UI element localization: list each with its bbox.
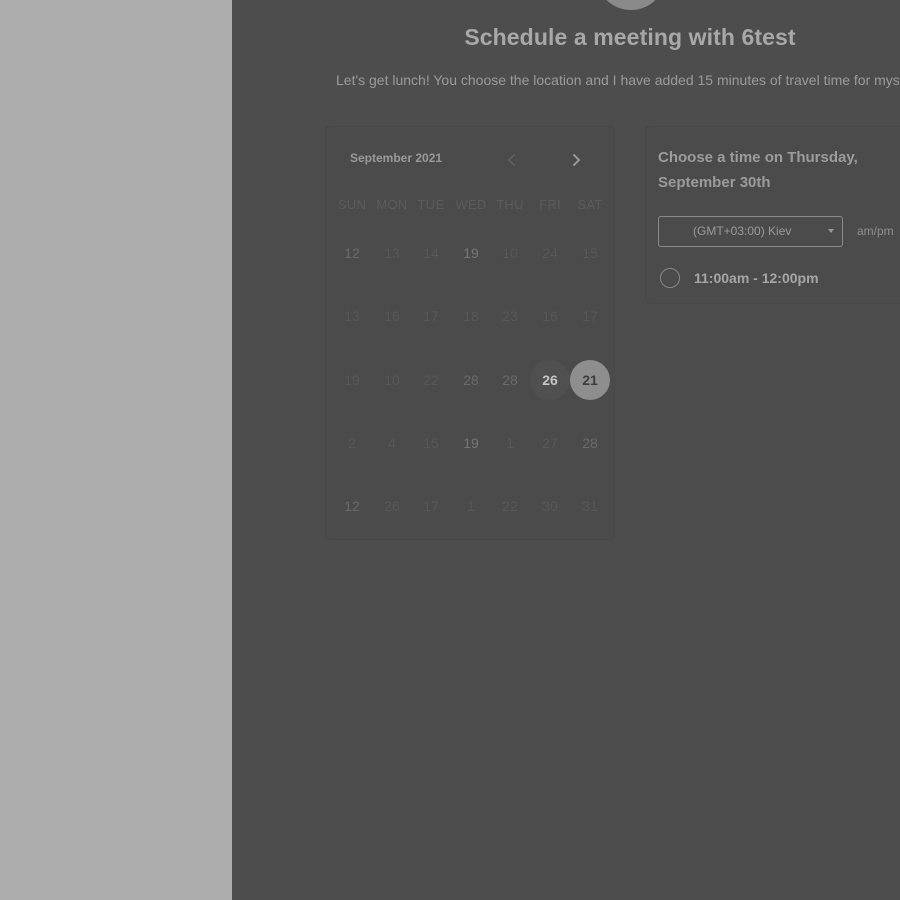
scheduling-page: Schedule a meeting with 6test Let's get … xyxy=(232,0,900,900)
timezone-select[interactable]: (GMT+03:00) Kiev xyxy=(658,216,843,247)
calendar-day[interactable]: 13 xyxy=(332,296,372,336)
calendar-day[interactable]: 19 xyxy=(332,360,372,400)
calendar-day[interactable]: 12 xyxy=(332,233,372,273)
calendar-day[interactable]: 15 xyxy=(411,423,451,463)
calendar-day[interactable]: 26 xyxy=(372,486,412,526)
calendar-day[interactable]: 19 xyxy=(451,423,491,463)
calendar-day[interactable]: 24 xyxy=(530,233,570,273)
time-slot-option[interactable]: 11:00am - 12:00pm xyxy=(660,267,900,291)
page-title: Schedule a meeting with 6test xyxy=(464,24,796,50)
chevron-left-icon xyxy=(507,154,515,166)
calendar-day[interactable]: 19 xyxy=(451,233,491,273)
calendar-day[interactable]: 27 xyxy=(530,423,570,463)
calendar-day[interactable]: 16 xyxy=(372,296,412,336)
weekday-label: WED xyxy=(455,197,487,212)
calendar-day[interactable]: 22 xyxy=(411,360,451,400)
left-panel xyxy=(0,0,232,900)
calendar-day[interactable]: 30 xyxy=(530,486,570,526)
calendar: September 2021 SUN MON TUE WED THU FRI S… xyxy=(325,126,615,540)
calendar-day[interactable]: 2 xyxy=(332,423,372,463)
timezone-value: (GMT+03:00) Kiev xyxy=(693,224,792,238)
calendar-day[interactable]: 10 xyxy=(372,360,412,400)
calendar-day[interactable]: 18 xyxy=(451,296,491,336)
caret-down-icon xyxy=(828,229,834,233)
calendar-day[interactable]: 28 xyxy=(451,360,491,400)
weekday-label: MON xyxy=(376,197,408,212)
chevron-right-icon xyxy=(573,154,581,166)
time-slot-panel: Choose a time on Thursday, September 30t… xyxy=(645,126,900,304)
calendar-day[interactable]: 22 xyxy=(490,486,530,526)
calendar-day[interactable]: 23 xyxy=(490,296,530,336)
time-slot-label: 11:00am - 12:00pm xyxy=(694,270,819,286)
weekday-label: THU xyxy=(496,197,524,212)
meeting-description: Let's get lunch! You choose the location… xyxy=(336,72,900,88)
month-label: September 2021 xyxy=(350,151,443,165)
calendar-day[interactable]: 13 xyxy=(372,233,412,273)
time-format-toggle[interactable]: am/pm xyxy=(857,224,894,238)
calendar-day[interactable]: 12 xyxy=(332,486,372,526)
calendar-day[interactable]: 15 xyxy=(570,233,610,273)
prev-month-button[interactable] xyxy=(502,150,522,170)
weekday-label: TUE xyxy=(417,197,445,212)
weekday-label: SUN xyxy=(337,197,367,212)
calendar-day[interactable]: 1 xyxy=(490,423,530,463)
calendar-day[interactable]: 16 xyxy=(530,296,570,336)
calendar-day-selected[interactable]: 21 xyxy=(570,360,610,400)
calendar-day[interactable]: 28 xyxy=(570,423,610,463)
calendar-day[interactable]: 17 xyxy=(411,486,451,526)
calendar-day[interactable]: 31 xyxy=(570,486,610,526)
next-month-button[interactable] xyxy=(566,150,586,170)
calendar-day[interactable]: 4 xyxy=(372,423,412,463)
calendar-day[interactable]: 1 xyxy=(451,486,491,526)
calendar-day[interactable]: 17 xyxy=(570,296,610,336)
avatar xyxy=(596,0,666,10)
calendar-day[interactable]: 14 xyxy=(411,233,451,273)
calendar-day[interactable]: 17 xyxy=(411,296,451,336)
weekday-label: SAT xyxy=(577,197,603,212)
calendar-day-hovered[interactable]: 26 xyxy=(530,360,570,400)
radio-circle-icon[interactable] xyxy=(660,268,680,288)
calendar-day[interactable]: 10 xyxy=(490,233,530,273)
calendar-day[interactable]: 28 xyxy=(490,360,530,400)
time-panel-heading: Choose a time on Thursday, September 30t… xyxy=(658,149,858,191)
weekday-label: FRI xyxy=(539,197,561,212)
